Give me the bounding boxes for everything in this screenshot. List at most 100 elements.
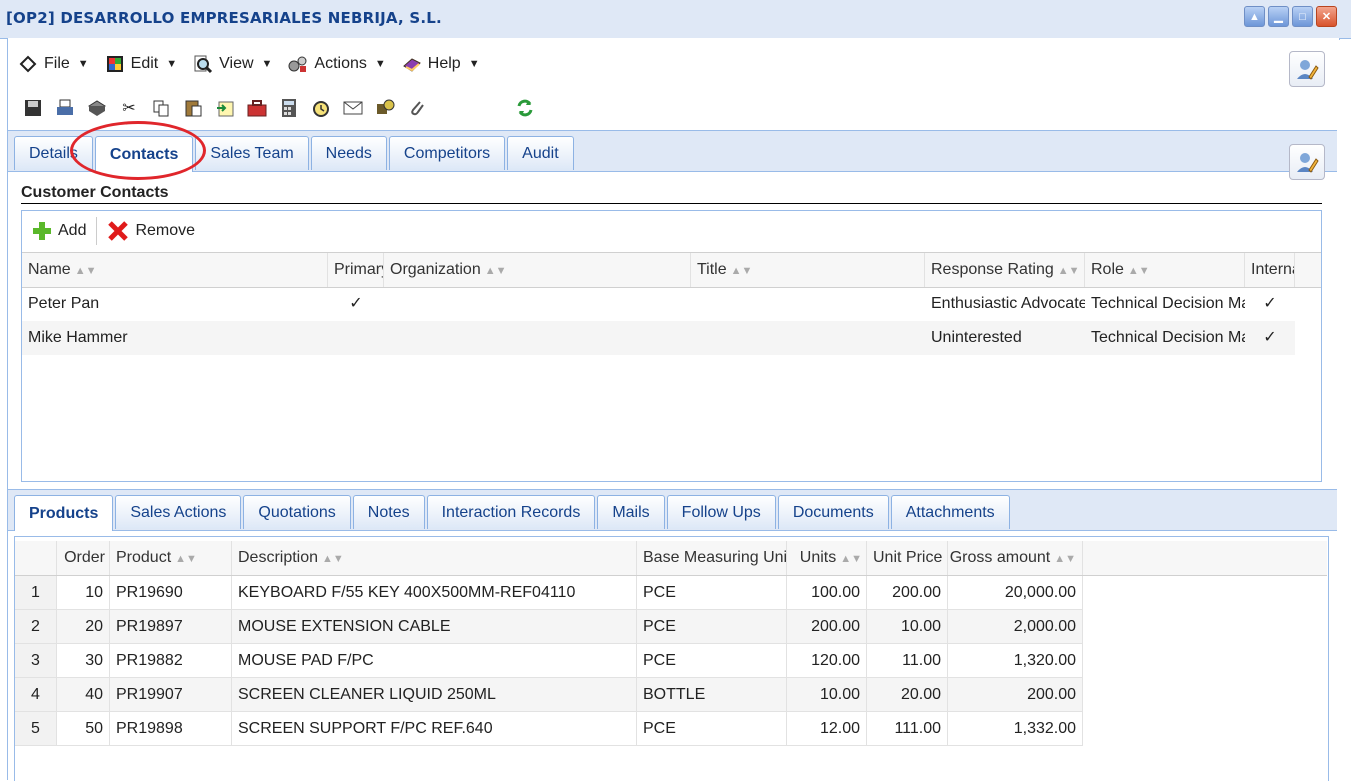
minimize-icon[interactable]: ▁ bbox=[1268, 6, 1289, 27]
menu-file[interactable]: File ▼ bbox=[18, 54, 89, 74]
product-code: PR19898 bbox=[110, 712, 232, 746]
refresh-icon[interactable] bbox=[514, 97, 536, 119]
col-header-base-unit[interactable]: Base Measuring Unit bbox=[637, 541, 787, 575]
contact-title bbox=[691, 321, 925, 355]
product-order: 30 bbox=[57, 644, 110, 678]
product-units: 100.00 bbox=[787, 576, 867, 610]
plus-icon bbox=[33, 222, 51, 240]
row-number: 5 bbox=[15, 712, 57, 746]
contact-internal: ✓ bbox=[1263, 329, 1277, 346]
table-row[interactable]: 1 10 PR19690 KEYBOARD F/55 KEY 400X500MM-RE… bbox=[15, 576, 1083, 610]
save-icon[interactable] bbox=[22, 97, 44, 119]
tab-contacts[interactable]: Contacts bbox=[94, 136, 194, 172]
window-controls: ▲ ▁ □ ✕ bbox=[1244, 6, 1337, 27]
copy-icon[interactable] bbox=[150, 97, 172, 119]
contact-name: Peter Pan bbox=[28, 295, 100, 312]
product-gross-amount: 1,332.00 bbox=[948, 712, 1083, 746]
contact-role: Technical Decision Maker bbox=[1091, 329, 1245, 346]
product-units: 10.00 bbox=[787, 678, 867, 712]
table-row[interactable]: 4 40 PR19907 SCREEN CLEANER LIQUID 250ML BOT… bbox=[15, 678, 1083, 712]
product-code: PR19907 bbox=[110, 678, 232, 712]
close-icon[interactable]: ✕ bbox=[1316, 6, 1337, 27]
product-order: 20 bbox=[57, 610, 110, 644]
col-header-response-rating[interactable]: Response Rating ▲▼ bbox=[925, 253, 1085, 287]
paste-icon[interactable] bbox=[182, 97, 204, 119]
table-row[interactable]: 2 20 PR19897 MOUSE EXTENSION CABLE PCE 200.00… bbox=[15, 610, 1083, 644]
tab-interaction-records[interactable]: Interaction Records bbox=[426, 495, 596, 529]
tab-sales-actions[interactable]: Sales Actions bbox=[115, 495, 242, 529]
tab-notes[interactable]: Notes bbox=[352, 495, 425, 529]
tab-follow-ups[interactable]: Follow Ups bbox=[666, 495, 776, 529]
tab-sales-team[interactable]: Sales Team bbox=[195, 136, 309, 170]
actions-icon bbox=[288, 56, 307, 72]
product-gross-amount: 200.00 bbox=[948, 678, 1083, 712]
menu-view[interactable]: View ▼ bbox=[193, 54, 272, 74]
export-icon[interactable] bbox=[214, 97, 236, 119]
table-row[interactable]: Peter Pan ✓ Enthusiastic Advocate Techni… bbox=[22, 287, 1295, 321]
tab-documents[interactable]: Documents bbox=[777, 495, 889, 529]
alarm-clock-icon[interactable] bbox=[310, 97, 332, 119]
col-header-role[interactable]: Role ▲▼ bbox=[1085, 253, 1245, 287]
chevron-down-icon: ▼ bbox=[374, 58, 386, 70]
paperclip-icon[interactable] bbox=[406, 97, 428, 119]
products-header: Order Product ▲▼ Description ▲▼ Base Measu… bbox=[15, 541, 1327, 576]
product-gross-amount: 1,320.00 bbox=[948, 644, 1083, 678]
mail-icon[interactable] bbox=[342, 97, 364, 119]
table-row[interactable]: Mike Hammer Uninterested Technical Decis… bbox=[22, 321, 1295, 355]
col-header-gross-amount[interactable]: Gross amount ▲▼ bbox=[948, 541, 1083, 575]
maximize-icon[interactable]: □ bbox=[1292, 6, 1313, 27]
tab-products[interactable]: Products bbox=[14, 495, 114, 531]
tab-competitors[interactable]: Competitors bbox=[388, 136, 506, 170]
product-units: 120.00 bbox=[787, 644, 867, 678]
product-code: PR19882 bbox=[110, 644, 232, 678]
toolbar: ✂ bbox=[22, 94, 536, 122]
contact-organization bbox=[384, 321, 691, 355]
bottom-tabstrip: Products Sales Actions Quotations Notes … bbox=[8, 489, 1337, 531]
tab-needs[interactable]: Needs bbox=[310, 136, 387, 170]
cut-icon[interactable]: ✂ bbox=[118, 97, 140, 119]
restore-up-icon[interactable]: ▲ bbox=[1244, 6, 1265, 27]
table-row[interactable]: 3 30 PR19882 MOUSE PAD F/PC PCE 120.00 11.00 1,… bbox=[15, 644, 1083, 678]
calculator-icon[interactable] bbox=[278, 97, 300, 119]
tab-quotations[interactable]: Quotations bbox=[243, 495, 351, 529]
col-header-row-number bbox=[15, 541, 57, 575]
menu-help[interactable]: Help ▼ bbox=[402, 54, 480, 74]
product-base-unit: PCE bbox=[637, 712, 787, 746]
products-grid: Order Product ▲▼ Description ▲▼ Base Measu… bbox=[14, 536, 1329, 781]
menu-edit[interactable]: Edit ▼ bbox=[105, 54, 177, 74]
tab-audit[interactable]: Audit bbox=[507, 136, 574, 170]
col-header-product[interactable]: Product ▲▼ bbox=[110, 541, 232, 575]
tab-attachments[interactable]: Attachments bbox=[890, 495, 1010, 529]
col-header-name[interactable]: Name ▲▼ bbox=[22, 253, 328, 287]
table-row[interactable]: 5 50 PR19898 SCREEN SUPPORT F/PC REF.640 PCE… bbox=[15, 712, 1083, 746]
print-preview-icon[interactable] bbox=[86, 97, 108, 119]
bottom-tabs: Products Sales Actions Quotations Notes … bbox=[14, 495, 1012, 531]
chevron-down-icon: ▼ bbox=[468, 58, 480, 70]
col-header-internal[interactable]: Internal bbox=[1245, 253, 1295, 287]
contacts-header: Name ▲▼ Primary Organization ▲▼ Title ▲▼ Re… bbox=[22, 252, 1321, 288]
menu-actions[interactable]: Actions ▼ bbox=[288, 54, 386, 74]
print-icon[interactable] bbox=[54, 97, 76, 119]
col-header-organization[interactable]: Organization ▲▼ bbox=[384, 253, 691, 287]
divider bbox=[21, 203, 1322, 204]
product-code: PR19897 bbox=[110, 610, 232, 644]
menu-edit-label: Edit bbox=[130, 55, 159, 72]
col-header-unit-price[interactable]: Unit Price bbox=[867, 541, 948, 575]
toolbox-icon[interactable] bbox=[246, 97, 268, 119]
col-header-units[interactable]: Units ▲▼ bbox=[787, 541, 867, 575]
workflow-icon[interactable] bbox=[374, 97, 396, 119]
col-header-title[interactable]: Title ▲▼ bbox=[691, 253, 925, 287]
add-contact-button[interactable]: Add bbox=[22, 211, 96, 251]
tab-mails[interactable]: Mails bbox=[597, 495, 665, 529]
tab-details[interactable]: Details bbox=[14, 136, 93, 170]
remove-contact-button[interactable]: Remove bbox=[97, 211, 205, 251]
product-gross-amount: 20,000.00 bbox=[948, 576, 1083, 610]
user-settings-button-2[interactable] bbox=[1289, 144, 1325, 180]
sort-icon: ▲▼ bbox=[74, 265, 97, 277]
col-header-order[interactable]: Order bbox=[57, 541, 110, 575]
product-order: 10 bbox=[57, 576, 110, 610]
user-settings-button[interactable] bbox=[1289, 51, 1325, 87]
col-header-description[interactable]: Description ▲▼ bbox=[232, 541, 637, 575]
contact-response-rating: Uninterested bbox=[931, 329, 1022, 346]
col-header-primary[interactable]: Primary bbox=[328, 253, 384, 287]
